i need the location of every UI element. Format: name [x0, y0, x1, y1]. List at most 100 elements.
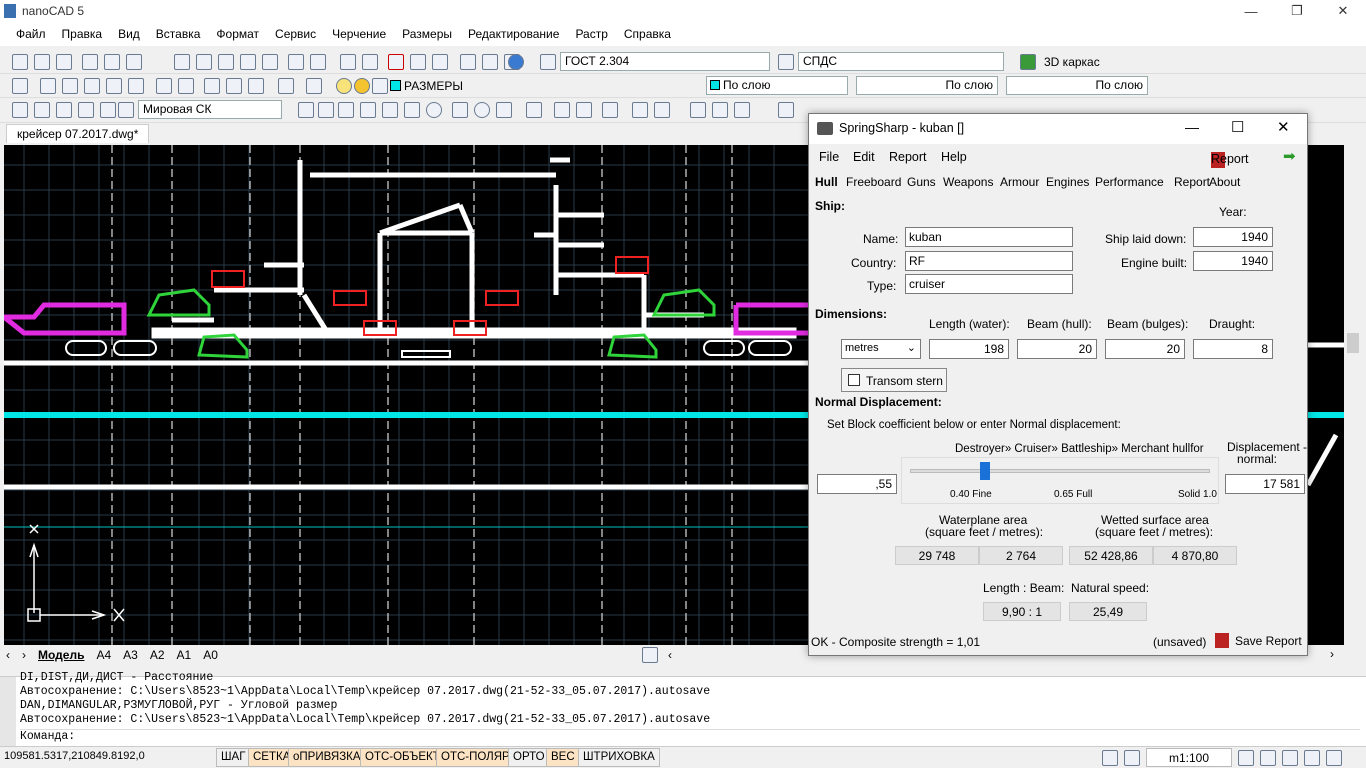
ray-icon[interactable]	[338, 102, 354, 118]
model-space-icon[interactable]	[1102, 750, 1118, 766]
status-refresh-icon[interactable]	[1304, 750, 1320, 766]
new-file-icon[interactable]	[12, 54, 28, 70]
block-insert-icon[interactable]	[554, 102, 570, 118]
layers-icon[interactable]	[12, 78, 28, 94]
tab-a0[interactable]: A0	[197, 648, 224, 662]
close-button[interactable]: ✕	[1320, 0, 1366, 22]
ucs-z-icon[interactable]	[118, 102, 134, 118]
grid-dots-icon[interactable]	[778, 102, 794, 118]
units-select[interactable]: metres ⌄	[841, 339, 921, 359]
lightbulb-icon[interactable]	[336, 78, 352, 94]
dialog-maximize-button[interactable]: ☐	[1231, 118, 1244, 136]
menu-format[interactable]: Формат	[208, 27, 267, 41]
scale-field[interactable]: m1:100	[1146, 748, 1232, 767]
menu-service[interactable]: Сервис	[267, 27, 324, 41]
polyline-icon[interactable]	[318, 102, 334, 118]
polar-toggle[interactable]: ОТС-ПОЛЯР	[436, 748, 515, 767]
osnap-toggle[interactable]: оПРИВЯЗКА	[288, 748, 366, 767]
edit-poly-icon[interactable]	[712, 102, 728, 118]
dim-aligned-icon[interactable]	[62, 78, 78, 94]
drawing-canvas-right[interactable]	[1305, 145, 1344, 645]
copy-icon[interactable]	[196, 54, 212, 70]
ortho-toggle[interactable]: ОРТО	[508, 748, 550, 767]
transom-stern-button[interactable]: Transom stern	[841, 368, 947, 392]
tab-performance[interactable]: Performance	[1095, 175, 1164, 189]
beam-bulges-input[interactable]: 20	[1105, 339, 1185, 359]
hatch-icon[interactable]	[526, 102, 542, 118]
zoom-realtime-icon[interactable]	[362, 54, 378, 70]
ucs-origin-icon[interactable]	[34, 102, 50, 118]
tab-scroll-right[interactable]: ›	[16, 648, 32, 662]
dim-ordinate-icon[interactable]	[106, 78, 122, 94]
layer-states-icon[interactable]	[306, 78, 322, 94]
paste-icon[interactable]	[218, 54, 234, 70]
point-icon[interactable]	[602, 102, 618, 118]
length-input[interactable]: 198	[929, 339, 1009, 359]
engine-built-input[interactable]: 1940	[1193, 251, 1273, 271]
redo-icon[interactable]	[310, 54, 326, 70]
cut-icon[interactable]	[174, 54, 190, 70]
tab-hull[interactable]: Hull	[815, 175, 838, 189]
visual-style-label[interactable]: 3D каркас	[1044, 55, 1100, 69]
layout-list-icon[interactable]	[642, 647, 658, 663]
menu-view[interactable]: Вид	[110, 27, 148, 41]
block-coefficient-slider[interactable]: 0.40 Fine 0.65 Full Solid 1.0	[901, 457, 1219, 504]
arc-icon[interactable]	[404, 102, 420, 118]
zoom-previous-icon[interactable]	[410, 54, 426, 70]
menu-dimensions[interactable]: Размеры	[394, 27, 460, 41]
dim-style-icon[interactable]	[778, 54, 794, 70]
menu-help[interactable]: Справка	[616, 27, 679, 41]
ellipse-icon[interactable]	[474, 102, 490, 118]
command-prompt[interactable]: Команда:	[20, 729, 1360, 745]
menu-file[interactable]: Файл	[8, 27, 54, 41]
sun-icon[interactable]	[354, 78, 370, 94]
dim-update-icon[interactable]	[226, 78, 242, 94]
text-icon[interactable]	[654, 102, 670, 118]
menu-edit[interactable]: Правка	[54, 27, 111, 41]
pan-icon[interactable]	[340, 54, 356, 70]
menu-draw[interactable]: Черчение	[324, 27, 394, 41]
annotation-icon[interactable]	[1124, 750, 1140, 766]
transom-checkbox[interactable]	[848, 374, 860, 386]
scroll-thumb[interactable]	[1347, 333, 1359, 353]
tab-freeboard[interactable]: Freeboard	[846, 175, 901, 189]
dim-baseline-icon[interactable]	[128, 78, 144, 94]
spline-icon[interactable]	[452, 102, 468, 118]
text-style-icon[interactable]	[540, 54, 556, 70]
edit-line-icon[interactable]	[690, 102, 706, 118]
drawing-canvas[interactable]	[4, 145, 808, 645]
tab-armour[interactable]: Armour	[1000, 175, 1039, 189]
tab-a4[interactable]: A4	[90, 648, 117, 662]
laid-down-input[interactable]: 1940	[1193, 227, 1273, 247]
slider-thumb[interactable]	[980, 462, 990, 480]
otrack-toggle[interactable]: ОТС-ОБЪЕКТ	[360, 748, 445, 767]
color-field[interactable]: По слою	[706, 76, 848, 95]
type-input[interactable]: cruiser	[905, 274, 1073, 294]
polygon-icon[interactable]	[360, 102, 376, 118]
status-settings-icon[interactable]	[1326, 750, 1342, 766]
tab-a2[interactable]: A2	[144, 648, 171, 662]
hatch-toggle[interactable]: ШТРИХОВКА	[578, 748, 660, 767]
ss-menu-file[interactable]: File	[819, 150, 839, 164]
dialog-minimize-button[interactable]: —	[1185, 119, 1199, 135]
tab-weapons[interactable]: Weapons	[943, 175, 993, 189]
country-input[interactable]: RF	[905, 251, 1073, 271]
tab-engines[interactable]: Engines	[1046, 175, 1089, 189]
undo-icon[interactable]	[288, 54, 304, 70]
ss-menu-help[interactable]: Help	[941, 150, 967, 164]
ellipse-arc-icon[interactable]	[496, 102, 512, 118]
status-zoom-window-icon[interactable]	[1282, 750, 1298, 766]
line-icon[interactable]	[298, 102, 314, 118]
hatch-edit-icon[interactable]	[734, 102, 750, 118]
block-make-icon[interactable]	[576, 102, 592, 118]
tab-model[interactable]: Модель	[32, 648, 90, 662]
tab-a3[interactable]: A3	[117, 648, 144, 662]
tab-guns[interactable]: Guns	[907, 175, 936, 189]
preview-icon[interactable]	[104, 54, 120, 70]
tab-report[interactable]: Report	[1174, 175, 1210, 189]
dim-radius-icon[interactable]	[84, 78, 100, 94]
block-coefficient-input[interactable]: ,55	[817, 474, 897, 494]
ucs-icon[interactable]	[12, 102, 28, 118]
layer-field[interactable]: РАЗМЕРЫ	[404, 79, 694, 93]
layer-manager-icon[interactable]	[278, 78, 294, 94]
